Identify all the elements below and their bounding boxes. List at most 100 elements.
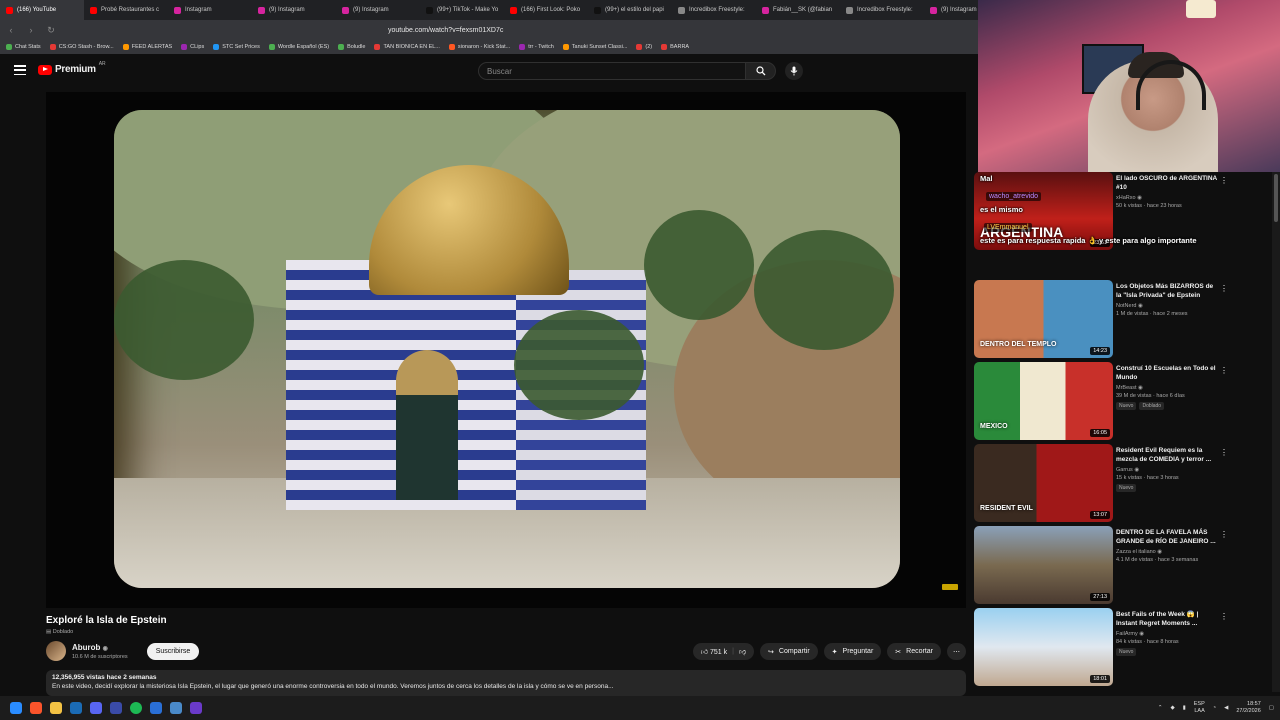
forward-icon[interactable]: › bbox=[26, 25, 36, 35]
video-thumbnail[interactable]: RESIDENT EVIL 13:07 bbox=[974, 444, 1113, 522]
bookmark-item[interactable]: STC Set Prices bbox=[213, 44, 260, 50]
video-menu-icon[interactable]: ⋮ bbox=[1220, 448, 1228, 457]
volume-icon[interactable]: ◀ bbox=[1224, 705, 1228, 711]
video-menu-icon[interactable]: ⋮ bbox=[1220, 366, 1228, 375]
recommended-video-card[interactable]: 27:13 DENTRO DE LA FAVELA MÁS GRANDE de R… bbox=[974, 526, 1272, 604]
video-card-title[interactable]: Los Objetos Más BIZARROS de la "Isla Pri… bbox=[1116, 282, 1220, 300]
video-card-channel[interactable]: MrBeast ◉ bbox=[1116, 385, 1220, 391]
video-card-title[interactable]: DENTRO DE LA FAVELA MÁS GRANDE de RÍO DE… bbox=[1116, 528, 1220, 546]
browser-tab[interactable]: Incredibox Freestyle: bbox=[840, 0, 924, 20]
browser-tab[interactable]: Instagram bbox=[168, 0, 252, 20]
video-card-channel[interactable]: FailArmy ◉ bbox=[1116, 631, 1220, 637]
video-card-channel[interactable]: Garrus ◉ bbox=[1116, 467, 1220, 473]
description-box[interactable]: 12,356,955 vistas hace 2 semanas En este… bbox=[46, 670, 966, 696]
tray-chevron-icon[interactable]: ⌃ bbox=[1158, 705, 1163, 711]
back-icon[interactable]: ‹ bbox=[6, 25, 16, 35]
address-bar[interactable]: youtube.com/watch?v=fexsm01XD7c bbox=[370, 22, 910, 38]
browser-tab[interactable]: Probé Restaurantes c bbox=[84, 0, 168, 20]
browser-tab[interactable]: Fabián__SK (@fabian bbox=[756, 0, 840, 20]
app-icon[interactable] bbox=[110, 702, 122, 714]
subscribe-button[interactable]: Suscribirse bbox=[147, 643, 199, 660]
bookmark-item[interactable]: Chat Stats bbox=[6, 44, 41, 50]
recommended-video-card[interactable]: 18:01 Best Fails of the Week 😱 | Instant … bbox=[974, 608, 1272, 686]
mic-tray-icon[interactable]: ▮ bbox=[1183, 705, 1186, 711]
bookmark-item[interactable]: sionaron - Kick Stat... bbox=[448, 44, 510, 50]
video-thumbnail[interactable]: 18:01 bbox=[974, 608, 1113, 686]
channel-avatar[interactable] bbox=[46, 641, 66, 661]
bookmark-item[interactable]: TAN BIONICA EN EL... bbox=[374, 44, 440, 50]
scrollbar-thumb[interactable] bbox=[1274, 174, 1278, 222]
language-indicator[interactable]: ESP LAA bbox=[1194, 701, 1205, 715]
video-player[interactable] bbox=[46, 92, 966, 608]
video-card-title[interactable]: El lado OSCURO de ARGENTINA #10 bbox=[1116, 174, 1220, 192]
recommended-video-card[interactable]: RESIDENT EVIL 13:07 Resident Evil Requiem … bbox=[974, 444, 1272, 522]
steam-icon[interactable] bbox=[70, 702, 82, 714]
video-thumbnail[interactable]: DENTRO DEL TEMPLO 14:23 bbox=[974, 280, 1113, 358]
recommended-video-card[interactable]: DENTRO DEL TEMPLO 14:23 Los Objetos Más BI… bbox=[974, 280, 1272, 358]
bookmark-label: CS:GO Stash - Brow... bbox=[58, 44, 114, 50]
bookmark-item[interactable]: BARRA bbox=[661, 44, 689, 50]
windows-start-icon[interactable] bbox=[10, 702, 22, 714]
video-card-title[interactable]: Construí 10 Escuelas en Todo el Mundo bbox=[1116, 364, 1220, 382]
video-card-title[interactable]: Resident Evil Requiem es la mezcla de CO… bbox=[1116, 446, 1220, 464]
file-explorer-icon[interactable] bbox=[50, 702, 62, 714]
channel-name[interactable]: Aburob ◉ bbox=[72, 643, 108, 652]
sidebar-scrollbar[interactable] bbox=[1272, 172, 1280, 692]
video-thumbnail[interactable]: ARGENTINA 23:51 bbox=[974, 172, 1113, 250]
vscode-icon[interactable] bbox=[150, 702, 162, 714]
more-actions-button[interactable]: ⋯ bbox=[947, 643, 966, 660]
video-menu-icon[interactable]: ⋮ bbox=[1220, 176, 1228, 185]
browser-tab[interactable]: (9) Instagram bbox=[252, 0, 336, 20]
browser-tab[interactable]: Incredibox Freestyle: bbox=[672, 0, 756, 20]
youtube-premium-logo[interactable]: Premium AR bbox=[38, 61, 106, 75]
bookmark-item[interactable]: Wordle Español (ES) bbox=[268, 44, 329, 50]
video-menu-icon[interactable]: ⋮ bbox=[1220, 612, 1228, 621]
network-icon[interactable]: ◆ bbox=[1170, 705, 1174, 711]
browser-tab[interactable]: (99+) TikTok - Make Yo bbox=[420, 0, 504, 20]
clock[interactable]: 18:57 27/2/2026 bbox=[1236, 701, 1260, 715]
app-icon[interactable] bbox=[170, 702, 182, 714]
video-thumbnail[interactable]: MEXICO 16:05 bbox=[974, 362, 1113, 440]
search-button[interactable] bbox=[746, 62, 776, 80]
bookmark-item[interactable]: CS:GO Stash - Brow... bbox=[49, 44, 114, 50]
search-input[interactable]: Buscar bbox=[478, 62, 746, 80]
recommended-video-card[interactable]: ARGENTINA 23:51 El lado OSCURO de ARGENTIN… bbox=[974, 172, 1272, 250]
browser-tab-strip: (166) YouTube Probé Restaurantes c Instagr… bbox=[0, 0, 978, 20]
video-thumbnail[interactable]: 27:13 bbox=[974, 526, 1113, 604]
wifi-icon[interactable]: ◔ bbox=[1213, 705, 1216, 711]
video-card-channel[interactable]: Zazza el italiano ◉ bbox=[1116, 549, 1220, 555]
obs-icon[interactable] bbox=[190, 702, 202, 714]
spotify-icon[interactable] bbox=[130, 702, 142, 714]
share-button[interactable]: ↪ Compartir bbox=[760, 643, 818, 660]
bookmark-item[interactable]: (2) bbox=[636, 44, 652, 50]
video-card-channel[interactable]: xHaRxo ◉ bbox=[1116, 195, 1220, 201]
browser-tab[interactable]: (9) Instagram bbox=[336, 0, 420, 20]
browser-tab[interactable]: (9) Instagram bbox=[924, 0, 978, 20]
browser-tab[interactable]: (166) YouTube bbox=[0, 0, 84, 20]
bookmark-item[interactable]: trr - Twitch bbox=[519, 44, 554, 50]
bookmark-item[interactable]: CLips bbox=[181, 44, 204, 50]
video-menu-icon[interactable]: ⋮ bbox=[1220, 284, 1228, 293]
brave-browser-icon[interactable] bbox=[30, 702, 42, 714]
voice-search-button[interactable] bbox=[785, 62, 803, 80]
browser-tab[interactable]: (166) First Look: Poko bbox=[504, 0, 588, 20]
bookmark-favicon-icon bbox=[6, 44, 12, 50]
dislike-button[interactable]: 👎︎ bbox=[739, 647, 746, 656]
notification-icon[interactable]: ▢ bbox=[1269, 705, 1274, 711]
video-menu-icon[interactable]: ⋮ bbox=[1220, 530, 1228, 539]
recommended-video-card[interactable]: MEXICO 16:05 Construí 10 Escuelas en Todo … bbox=[974, 362, 1272, 440]
tab-favicon-icon bbox=[762, 6, 769, 14]
video-card-title[interactable]: Best Fails of the Week 😱 | Instant Regre… bbox=[1116, 610, 1220, 628]
menu-icon[interactable] bbox=[14, 65, 26, 75]
video-card-channel[interactable]: NotNerd ◉ bbox=[1116, 303, 1220, 309]
bookmark-item[interactable]: Tanuki Sunset Classi... bbox=[562, 44, 627, 50]
reload-icon[interactable]: ↻ bbox=[46, 25, 56, 36]
clip-button[interactable]: ✂ Recortar bbox=[887, 643, 941, 660]
bookmark-item[interactable]: FEED ALERTAS bbox=[122, 44, 172, 50]
bookmark-item[interactable]: Boludle bbox=[338, 44, 365, 50]
discord-icon[interactable] bbox=[90, 702, 102, 714]
channel-text: Zazza el italiano bbox=[1116, 549, 1156, 555]
ask-button[interactable]: ✦ Preguntar bbox=[823, 643, 882, 660]
browser-tab[interactable]: (99+) el estilo del papi bbox=[588, 0, 672, 20]
like-button[interactable]: 👍︎ 751 k bbox=[701, 647, 727, 656]
